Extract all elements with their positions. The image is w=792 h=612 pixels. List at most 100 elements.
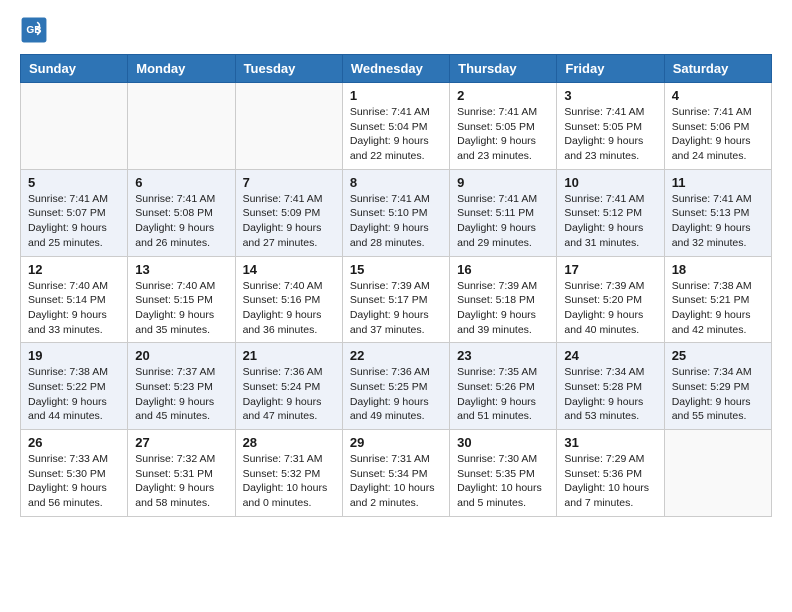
day-info: Sunrise: 7:41 AMSunset: 5:10 PMDaylight:… [350, 192, 442, 251]
day-number: 16 [457, 262, 549, 277]
logo: GB [20, 16, 52, 44]
calendar-cell: 6 Sunrise: 7:41 AMSunset: 5:08 PMDaylight… [128, 169, 235, 256]
weekday-header-wednesday: Wednesday [342, 55, 449, 83]
calendar-table: SundayMondayTuesdayWednesdayThursdayFrid… [20, 54, 772, 517]
calendar-cell: 22Sunrise: 7:36 AMSunset: 5:25 PMDayligh… [342, 343, 449, 430]
calendar-cell: 17 Sunrise: 7:39 AMSunset: 5:20 PMDayligh… [557, 256, 664, 343]
calendar-cell: 28Sunrise: 7:31 AMSunset: 5:32 PMDayligh… [235, 430, 342, 517]
day-info: Sunrise: 7:36 AMSunset: 5:24 PMDaylight:… [243, 365, 335, 424]
day-number: 17 [564, 262, 656, 277]
day-number: 28 [243, 435, 335, 450]
day-info: Sunrise: 7:34 AMSunset: 5:28 PMDaylight:… [564, 365, 656, 424]
calendar-cell: 2 Sunrise: 7:41 AMSunset: 5:05 PMDaylight… [450, 83, 557, 170]
day-info: Sunrise: 7:38 AMSunset: 5:21 PMDaylight:… [672, 279, 764, 338]
day-number: 25 [672, 348, 764, 363]
day-info: Sunrise: 7:40 AMSunset: 5:15 PMDaylight:… [135, 279, 227, 338]
calendar-cell: 21 Sunrise: 7:36 AMSunset: 5:24 PMDayligh… [235, 343, 342, 430]
calendar-cell: 19 Sunrise: 7:38 AMSunset: 5:22 PMDayligh… [21, 343, 128, 430]
day-number: 9 [457, 175, 549, 190]
calendar-cell: 30 Sunrise: 7:30 AMSunset: 5:35 PMDayligh… [450, 430, 557, 517]
day-number: 8 [350, 175, 442, 190]
week-row-2: 5 Sunrise: 7:41 AMSunset: 5:07 PMDaylight… [21, 169, 772, 256]
calendar-cell: 12 Sunrise: 7:40 AMSunset: 5:14 PMDayligh… [21, 256, 128, 343]
calendar-cell: 11Sunrise: 7:41 AMSunset: 5:13 PMDayligh… [664, 169, 771, 256]
day-number: 26 [28, 435, 120, 450]
day-info: Sunrise: 7:41 AMSunset: 5:11 PMDaylight:… [457, 192, 549, 251]
calendar-cell: 3 Sunrise: 7:41 AMSunset: 5:05 PMDaylight… [557, 83, 664, 170]
calendar-cell: 16 Sunrise: 7:39 AMSunset: 5:18 PMDayligh… [450, 256, 557, 343]
day-number: 19 [28, 348, 120, 363]
day-info: Sunrise: 7:39 AMSunset: 5:17 PMDaylight:… [350, 279, 442, 338]
day-number: 4 [672, 88, 764, 103]
weekday-header-sunday: Sunday [21, 55, 128, 83]
day-number: 1 [350, 88, 442, 103]
day-info: Sunrise: 7:41 AMSunset: 5:08 PMDaylight:… [135, 192, 227, 251]
day-info: Sunrise: 7:41 AMSunset: 5:05 PMDaylight:… [564, 105, 656, 164]
day-number: 15 [350, 262, 442, 277]
day-info: Sunrise: 7:41 AMSunset: 5:06 PMDaylight:… [672, 105, 764, 164]
calendar-cell: 20 Sunrise: 7:37 AMSunset: 5:23 PMDayligh… [128, 343, 235, 430]
calendar-cell: 23 Sunrise: 7:35 AMSunset: 5:26 PMDayligh… [450, 343, 557, 430]
day-info: Sunrise: 7:39 AMSunset: 5:18 PMDaylight:… [457, 279, 549, 338]
weekday-header-monday: Monday [128, 55, 235, 83]
calendar-cell: 26 Sunrise: 7:33 AMSunset: 5:30 PMDayligh… [21, 430, 128, 517]
day-number: 20 [135, 348, 227, 363]
calendar-cell: 24 Sunrise: 7:34 AMSunset: 5:28 PMDayligh… [557, 343, 664, 430]
day-info: Sunrise: 7:30 AMSunset: 5:35 PMDaylight:… [457, 452, 549, 511]
day-info: Sunrise: 7:41 AMSunset: 5:07 PMDaylight:… [28, 192, 120, 251]
calendar-cell: 5 Sunrise: 7:41 AMSunset: 5:07 PMDaylight… [21, 169, 128, 256]
day-info: Sunrise: 7:41 AMSunset: 5:05 PMDaylight:… [457, 105, 549, 164]
day-number: 24 [564, 348, 656, 363]
day-info: Sunrise: 7:31 AMSunset: 5:34 PMDaylight:… [350, 452, 442, 511]
weekday-header-saturday: Saturday [664, 55, 771, 83]
day-info: Sunrise: 7:37 AMSunset: 5:23 PMDaylight:… [135, 365, 227, 424]
calendar-cell [21, 83, 128, 170]
calendar-cell: 8 Sunrise: 7:41 AMSunset: 5:10 PMDaylight… [342, 169, 449, 256]
calendar-cell: 10 Sunrise: 7:41 AMSunset: 5:12 PMDayligh… [557, 169, 664, 256]
calendar-cell: 15 Sunrise: 7:39 AMSunset: 5:17 PMDayligh… [342, 256, 449, 343]
day-number: 13 [135, 262, 227, 277]
day-number: 10 [564, 175, 656, 190]
day-number: 27 [135, 435, 227, 450]
calendar-cell [235, 83, 342, 170]
day-number: 30 [457, 435, 549, 450]
week-row-3: 12 Sunrise: 7:40 AMSunset: 5:14 PMDayligh… [21, 256, 772, 343]
calendar-cell: 13 Sunrise: 7:40 AMSunset: 5:15 PMDayligh… [128, 256, 235, 343]
day-number: 5 [28, 175, 120, 190]
day-number: 29 [350, 435, 442, 450]
day-info: Sunrise: 7:41 AMSunset: 5:09 PMDaylight:… [243, 192, 335, 251]
day-number: 23 [457, 348, 549, 363]
calendar-cell: 31Sunrise: 7:29 AMSunset: 5:36 PMDayligh… [557, 430, 664, 517]
day-number: 14 [243, 262, 335, 277]
calendar-cell: 9 Sunrise: 7:41 AMSunset: 5:11 PMDaylight… [450, 169, 557, 256]
weekday-header-tuesday: Tuesday [235, 55, 342, 83]
day-info: Sunrise: 7:32 AMSunset: 5:31 PMDaylight:… [135, 452, 227, 511]
day-info: Sunrise: 7:36 AMSunset: 5:25 PMDaylight:… [350, 365, 442, 424]
calendar-cell: 4 Sunrise: 7:41 AMSunset: 5:06 PMDaylight… [664, 83, 771, 170]
calendar-cell: 29 Sunrise: 7:31 AMSunset: 5:34 PMDayligh… [342, 430, 449, 517]
weekday-header-row: SundayMondayTuesdayWednesdayThursdayFrid… [21, 55, 772, 83]
weekday-header-thursday: Thursday [450, 55, 557, 83]
day-info: Sunrise: 7:40 AMSunset: 5:16 PMDaylight:… [243, 279, 335, 338]
day-number: 11 [672, 175, 764, 190]
day-info: Sunrise: 7:41 AMSunset: 5:12 PMDaylight:… [564, 192, 656, 251]
day-number: 21 [243, 348, 335, 363]
day-number: 2 [457, 88, 549, 103]
day-info: Sunrise: 7:38 AMSunset: 5:22 PMDaylight:… [28, 365, 120, 424]
day-info: Sunrise: 7:35 AMSunset: 5:26 PMDaylight:… [457, 365, 549, 424]
day-info: Sunrise: 7:39 AMSunset: 5:20 PMDaylight:… [564, 279, 656, 338]
page: GB SundayMondayTuesdayWednesdayThursdayF… [0, 0, 792, 533]
day-number: 12 [28, 262, 120, 277]
day-info: Sunrise: 7:40 AMSunset: 5:14 PMDaylight:… [28, 279, 120, 338]
day-info: Sunrise: 7:34 AMSunset: 5:29 PMDaylight:… [672, 365, 764, 424]
day-number: 3 [564, 88, 656, 103]
day-number: 6 [135, 175, 227, 190]
calendar-cell [128, 83, 235, 170]
week-row-4: 19 Sunrise: 7:38 AMSunset: 5:22 PMDayligh… [21, 343, 772, 430]
day-number: 18 [672, 262, 764, 277]
calendar-cell: 27 Sunrise: 7:32 AMSunset: 5:31 PMDayligh… [128, 430, 235, 517]
day-info: Sunrise: 7:33 AMSunset: 5:30 PMDaylight:… [28, 452, 120, 511]
logo-icon: GB [20, 16, 48, 44]
calendar-cell: 1Sunrise: 7:41 AMSunset: 5:04 PMDaylight… [342, 83, 449, 170]
calendar-cell: 25 Sunrise: 7:34 AMSunset: 5:29 PMDayligh… [664, 343, 771, 430]
